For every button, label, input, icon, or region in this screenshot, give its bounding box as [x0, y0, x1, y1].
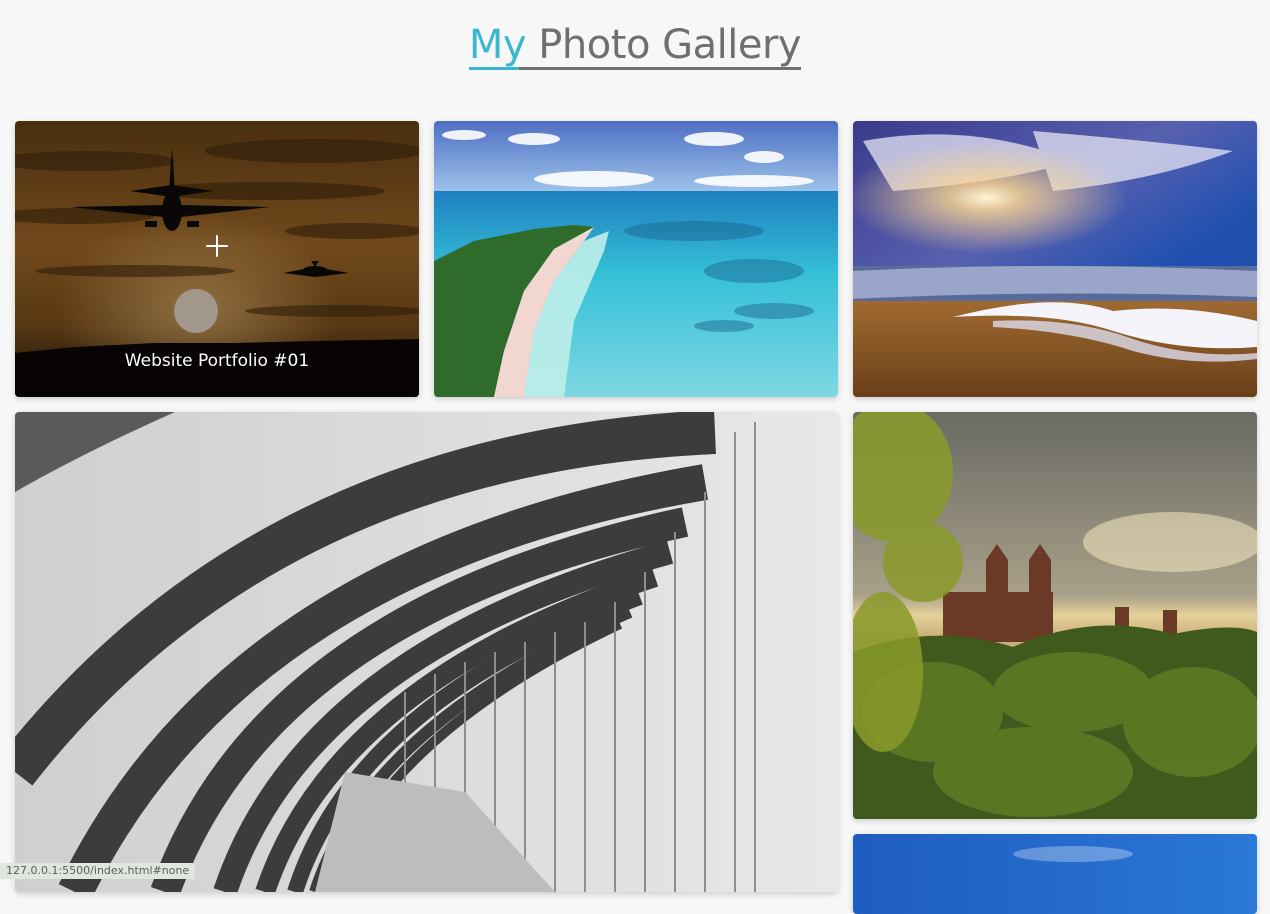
blue-sky-image — [853, 834, 1257, 914]
page-title-link[interactable]: My Photo Gallery — [469, 22, 801, 70]
gallery-item-caption: Website Portfolio #01 — [15, 351, 419, 371]
gallery-item-6[interactable] — [853, 834, 1257, 914]
tropical-beach-image — [434, 121, 838, 397]
gallery-item-3[interactable] — [853, 121, 1257, 397]
beach-sunset-image — [853, 121, 1257, 397]
page-title-rest: Photo Gallery — [526, 22, 801, 68]
gallery-item-5[interactable] — [853, 412, 1257, 819]
gallery-item-4[interactable] — [15, 412, 838, 892]
page-title-accent: My — [469, 22, 526, 68]
title-container: My Photo Gallery — [0, 22, 1270, 70]
status-url: 127.0.0.1:5500/index.html#none — [0, 863, 195, 879]
gallery-item-2[interactable] — [434, 121, 838, 397]
castle-forest-image — [853, 412, 1257, 819]
gallery-item-1[interactable]: Website Portfolio #01 — [15, 121, 419, 397]
concrete-tunnel-image — [15, 412, 838, 892]
